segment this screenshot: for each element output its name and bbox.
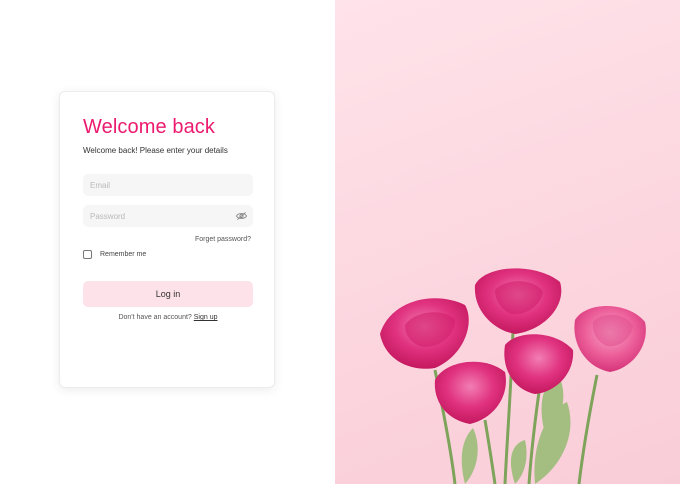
login-pane: Welcome back Welcome back! Please enter … (0, 0, 335, 484)
signup-prompt: Don't have an account? Sign up (83, 314, 253, 321)
remember-me-checkbox[interactable] (83, 250, 92, 259)
signup-link[interactable]: Sign up (194, 314, 218, 321)
remember-me-label: Remember me (100, 251, 147, 258)
hero-image (335, 0, 680, 484)
login-card: Welcome back Welcome back! Please enter … (59, 91, 275, 388)
email-field-wrapper (83, 174, 253, 196)
signup-prompt-text: Don't have an account? (118, 314, 192, 321)
email-field[interactable] (83, 174, 253, 196)
forgot-password-link[interactable]: Forget password? (195, 236, 251, 243)
pink-roses-photo (380, 268, 646, 484)
login-button[interactable]: Log in (83, 281, 253, 307)
page-title: Welcome back (83, 116, 215, 138)
eye-off-icon[interactable] (236, 211, 247, 221)
password-field[interactable] (83, 205, 253, 227)
password-field-wrapper (83, 205, 253, 227)
remember-me: Remember me (83, 250, 146, 259)
page-subtitle: Welcome back! Please enter your details (83, 146, 228, 155)
